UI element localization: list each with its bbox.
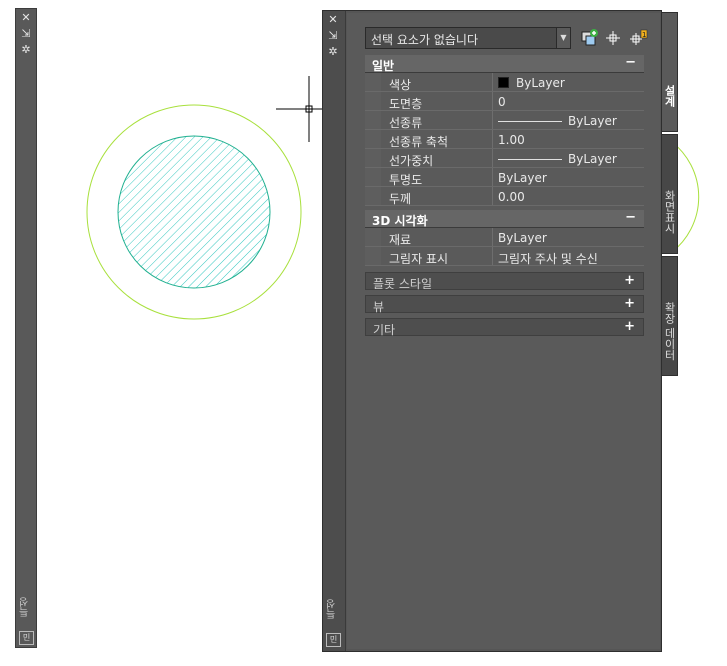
palette-title-label: 특성 bbox=[20, 597, 31, 617]
settings-icon[interactable]: ✲ bbox=[16, 43, 36, 57]
settings-icon[interactable]: ✲ bbox=[323, 45, 343, 59]
property-row-thickness[interactable]: 두께 0.00 bbox=[365, 187, 644, 206]
tab-extended-data-label: 확장 데이터 bbox=[663, 301, 676, 361]
section-3d-visualization[interactable]: 3D 시각화 − bbox=[365, 210, 644, 228]
property-name: 선종류 축척 bbox=[389, 135, 449, 149]
property-row-material[interactable]: 재료 ByLayer bbox=[365, 228, 644, 247]
section-misc-title: 기타 bbox=[373, 323, 396, 337]
pin-icon[interactable]: ⇲ bbox=[16, 27, 36, 41]
palette-title-label: 특성 bbox=[327, 599, 338, 619]
palette-body: 선택 요소가 없습니다 ▼ 1 일반 − 색상 ByLayer 도면층 0 선종… bbox=[347, 13, 660, 649]
property-value[interactable]: ByLayer bbox=[498, 114, 617, 128]
property-value[interactable]: 그림자 주사 및 수신 bbox=[498, 250, 598, 267]
section-misc[interactable]: 기타 + bbox=[365, 318, 644, 337]
pin-icon[interactable]: ⇲ bbox=[323, 29, 343, 43]
left-collapsed-palette[interactable]: ✕ ⇲ ✲ 특성 민 bbox=[15, 8, 37, 648]
property-value[interactable]: ByLayer bbox=[498, 76, 565, 90]
tab-design-label: 설계 bbox=[663, 85, 676, 107]
property-row-linetype-scale[interactable]: 선종류 축척 1.00 bbox=[365, 130, 644, 149]
property-value[interactable]: ByLayer bbox=[498, 171, 547, 185]
expand-icon[interactable]: + bbox=[624, 319, 635, 334]
svg-text:1: 1 bbox=[642, 31, 646, 39]
selection-dropdown[interactable]: 선택 요소가 없습니다 ▼ bbox=[365, 27, 571, 49]
property-name: 두께 bbox=[389, 192, 412, 206]
toggle-pickadd-icon[interactable]: 1 bbox=[628, 28, 648, 48]
property-name: 그림자 표시 bbox=[389, 252, 449, 266]
property-value[interactable]: ByLayer bbox=[498, 231, 547, 245]
properties-palette[interactable]: ✕ ⇲ ✲ 특성 민 선택 요소가 없습니다 ▼ 1 일반 − 색상 ByLay… bbox=[322, 10, 662, 652]
section-3d-visualization-title: 3D 시각화 bbox=[372, 214, 428, 228]
expand-icon[interactable]: + bbox=[624, 296, 635, 311]
property-value[interactable]: 0.00 bbox=[498, 190, 525, 204]
section-view[interactable]: 뷰 + bbox=[365, 295, 644, 314]
quick-select-icon[interactable] bbox=[579, 28, 599, 48]
linetype-preview bbox=[498, 121, 562, 122]
property-row-layer[interactable]: 도면층 0 bbox=[365, 92, 644, 111]
property-name: 색상 bbox=[389, 78, 412, 92]
property-name: 도면층 bbox=[389, 97, 423, 111]
property-value-text: ByLayer bbox=[568, 114, 617, 128]
palette-titlebar[interactable]: ✕ ⇲ ✲ 특성 민 bbox=[323, 11, 346, 651]
palette-icon[interactable]: 민 bbox=[19, 631, 34, 645]
color-swatch-icon bbox=[498, 77, 509, 88]
section-plot-style-title: 플롯 스타일 bbox=[373, 277, 433, 291]
property-row-transparency[interactable]: 투명도 ByLayer bbox=[365, 168, 644, 187]
collapse-icon[interactable]: − bbox=[625, 210, 636, 225]
section-view-title: 뷰 bbox=[373, 300, 385, 314]
property-row-lineweight[interactable]: 선가중치 ByLayer bbox=[365, 149, 644, 168]
chevron-down-icon[interactable]: ▼ bbox=[556, 28, 570, 48]
property-value-text: ByLayer bbox=[568, 152, 617, 166]
property-name: 선종류 bbox=[389, 116, 423, 130]
close-icon[interactable]: ✕ bbox=[16, 11, 36, 25]
palette-icon[interactable]: 민 bbox=[326, 633, 341, 647]
select-objects-icon[interactable] bbox=[603, 28, 623, 48]
tab-extended-data[interactable]: 확장 데이터 bbox=[660, 256, 678, 376]
tab-display-label: 화면표시 bbox=[663, 190, 676, 234]
property-row-shadow-display[interactable]: 그림자 표시 그림자 주사 및 수신 bbox=[365, 247, 644, 266]
property-name: 투명도 bbox=[389, 173, 423, 187]
section-general-title: 일반 bbox=[372, 59, 395, 73]
property-value[interactable]: ByLayer bbox=[498, 152, 617, 166]
property-name: 재료 bbox=[389, 233, 412, 247]
property-name: 선가중치 bbox=[389, 154, 434, 168]
expand-icon[interactable]: + bbox=[624, 273, 635, 288]
section-general[interactable]: 일반 − bbox=[365, 55, 644, 73]
property-value[interactable]: 0 bbox=[498, 95, 506, 109]
lineweight-preview bbox=[498, 159, 562, 160]
selection-dropdown-value: 선택 요소가 없습니다 bbox=[371, 33, 478, 47]
section-plot-style[interactable]: 플롯 스타일 + bbox=[365, 272, 644, 291]
close-icon[interactable]: ✕ bbox=[323, 13, 343, 27]
tab-display[interactable]: 화면표시 bbox=[660, 134, 678, 254]
hatched-circle[interactable] bbox=[117, 135, 271, 289]
property-value-text: ByLayer bbox=[516, 76, 565, 90]
collapse-icon[interactable]: − bbox=[625, 55, 636, 70]
tab-design[interactable]: 설계 bbox=[660, 12, 678, 132]
property-row-linetype[interactable]: 선종류 ByLayer bbox=[365, 111, 644, 130]
property-row-color[interactable]: 색상 ByLayer bbox=[365, 73, 644, 92]
property-value[interactable]: 1.00 bbox=[498, 133, 525, 147]
